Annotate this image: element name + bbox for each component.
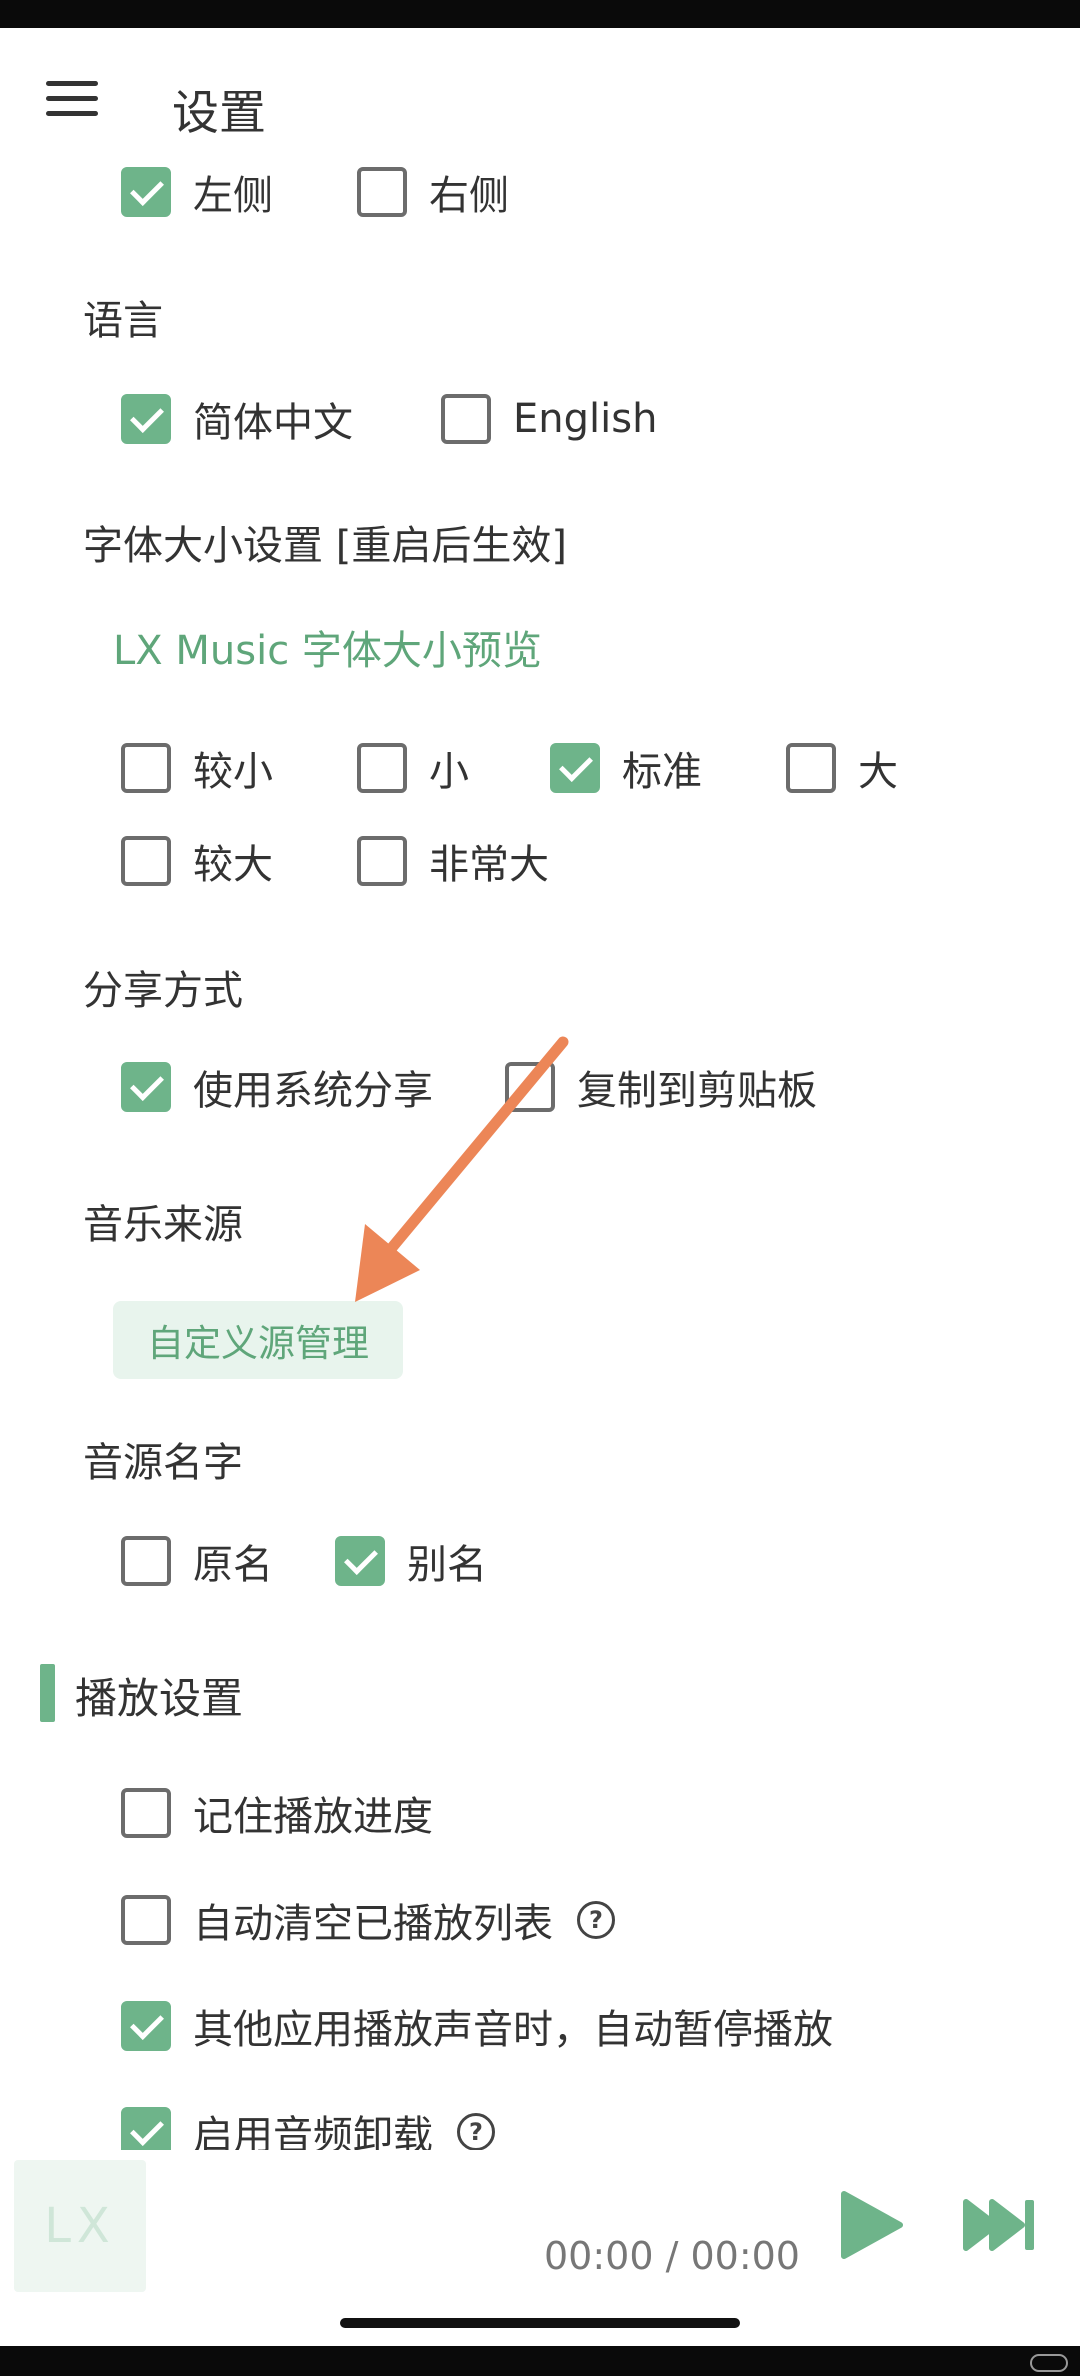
checkbox-box[interactable]	[121, 1536, 171, 1586]
share-label: 分享方式	[83, 968, 243, 1014]
checkbox-box[interactable]	[550, 743, 600, 793]
checkbox-label: 较小	[193, 749, 273, 795]
checkbox-box[interactable]	[121, 1895, 171, 1945]
checkbox-label: 其他应用播放声音时，自动暂停播放	[193, 2007, 833, 2053]
custom-source-manage-button[interactable]: 自定义源管理	[113, 1301, 403, 1379]
checkbox-box[interactable]	[121, 1788, 171, 1838]
checkbox-font-standard[interactable]: 标准	[550, 738, 702, 798]
play-icon[interactable]	[836, 2190, 906, 2260]
app-header: 设置	[0, 60, 1080, 141]
checkbox-pause-on-other-audio[interactable]: 其他应用播放声音时，自动暂停播放	[121, 1996, 833, 2056]
music-source-label: 音乐来源	[83, 1202, 243, 1248]
checkbox-font-very-large[interactable]: 非常大	[357, 831, 549, 891]
checkbox-label: 标准	[622, 749, 702, 795]
checkbox-box[interactable]	[335, 1536, 385, 1586]
checkbox-right-side[interactable]: 右侧	[357, 162, 509, 222]
checkbox-box[interactable]	[357, 836, 407, 886]
checkbox-language-en[interactable]: English	[441, 389, 657, 449]
checkbox-box[interactable]	[786, 743, 836, 793]
hamburger-menu-icon[interactable]	[46, 78, 98, 120]
checkbox-remember-progress[interactable]: 记住播放进度	[121, 1783, 433, 1843]
question-circle-icon[interactable]: ?	[577, 1901, 615, 1939]
checkbox-label: 右侧	[429, 173, 509, 219]
checkbox-font-larger[interactable]: 较大	[121, 831, 273, 891]
checkbox-label: 小	[429, 749, 469, 795]
checkbox-label: 较大	[193, 842, 273, 888]
checkbox-auto-clear-played[interactable]: 自动清空已播放列表 ?	[121, 1890, 615, 1950]
checkbox-label: 复制到剪贴板	[577, 1068, 817, 1114]
checkbox-label: 自动清空已播放列表	[193, 1901, 553, 1947]
checkbox-label: 非常大	[429, 842, 549, 888]
checkbox-share-clipboard[interactable]: 复制到剪贴板	[505, 1057, 817, 1117]
font-size-label: 字体大小设置 [重启后生效]	[83, 523, 567, 569]
checkbox-box[interactable]	[121, 2001, 171, 2051]
player-bar: LX 00:00 / 00:00	[0, 2150, 1080, 2346]
checkbox-box[interactable]	[121, 167, 171, 217]
checkbox-box[interactable]	[441, 394, 491, 444]
checkbox-source-alias[interactable]: 别名	[335, 1531, 487, 1591]
playback-section-header: 播放设置	[75, 1674, 244, 1723]
checkbox-font-small[interactable]: 小	[357, 738, 469, 798]
skip-next-icon[interactable]	[962, 2196, 1038, 2254]
watermark-icon	[1030, 2354, 1068, 2372]
checkbox-left-side[interactable]: 左侧	[121, 162, 273, 222]
checkbox-label: 简体中文	[193, 400, 353, 446]
checkbox-label: 大	[858, 749, 898, 795]
checkbox-source-original[interactable]: 原名	[121, 1531, 273, 1591]
status-bar	[0, 0, 1080, 28]
checkbox-label: 别名	[407, 1542, 487, 1588]
checkbox-label: 记住播放进度	[193, 1794, 433, 1840]
checkbox-box[interactable]	[505, 1062, 555, 1112]
question-circle-icon[interactable]: ?	[457, 2113, 495, 2151]
checkbox-box[interactable]	[357, 167, 407, 217]
checkbox-label: English	[513, 396, 658, 442]
checkbox-box[interactable]	[121, 836, 171, 886]
checkbox-box[interactable]	[357, 743, 407, 793]
playback-time: 00:00 / 00:00	[544, 2234, 800, 2278]
checkbox-share-system[interactable]: 使用系统分享	[121, 1057, 433, 1117]
checkbox-label: 原名	[193, 1542, 273, 1588]
home-indicator[interactable]	[340, 2318, 740, 2328]
checkbox-label: 使用系统分享	[193, 1068, 433, 1114]
checkbox-box[interactable]	[121, 743, 171, 793]
source-name-label: 音源名字	[83, 1440, 243, 1486]
checkbox-label: 左侧	[193, 173, 273, 219]
section-accent-bar	[40, 1664, 55, 1722]
language-label: 语言	[83, 298, 163, 344]
font-size-preview: LX Music 字体大小预览	[113, 628, 542, 674]
navigation-bar	[0, 2346, 1080, 2376]
checkbox-font-large[interactable]: 大	[786, 738, 898, 798]
page-title: 设置	[172, 86, 266, 141]
checkbox-box[interactable]	[121, 394, 171, 444]
checkbox-box[interactable]	[121, 1062, 171, 1112]
checkbox-font-smaller[interactable]: 较小	[121, 738, 273, 798]
album-art-logo[interactable]: LX	[14, 2160, 146, 2292]
checkbox-language-zh[interactable]: 简体中文	[121, 389, 353, 449]
